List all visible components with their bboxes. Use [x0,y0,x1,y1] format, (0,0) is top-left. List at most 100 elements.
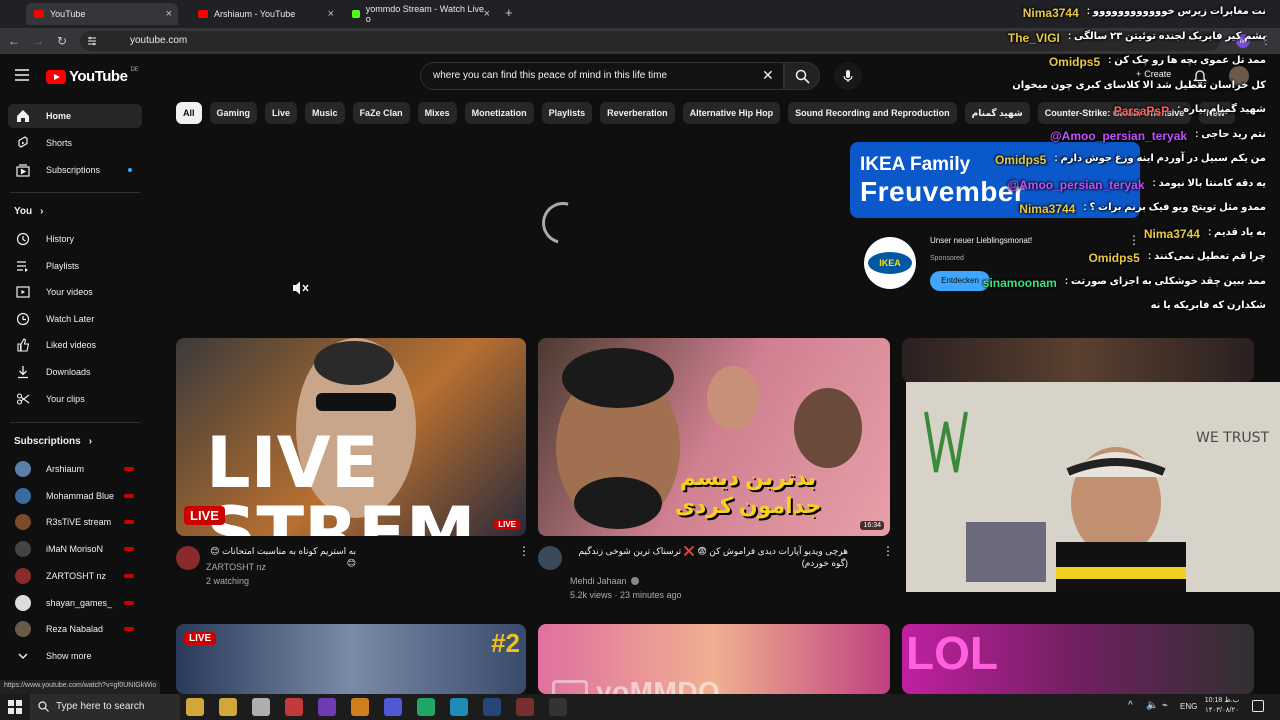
search-button[interactable] [784,62,820,90]
video-thumbnail[interactable]: بدترین دیسم جدامون کردی 16:34 [538,338,890,536]
muted-speaker-icon[interactable] [292,280,310,296]
reload-button[interactable]: ↻ [54,33,70,49]
app-icon[interactable] [351,698,369,716]
chip-3[interactable]: Music [305,102,345,124]
tab-youtube[interactable]: YouTube × [26,3,178,25]
chat-message: : پشم کیر فابریک لجنده توئیتن ۲۳ سالگی Th… [1008,31,1266,45]
youtube-favicon-icon [198,10,208,18]
sidebar-subscription[interactable]: iMaN MorisoN [8,537,142,561]
network-icon[interactable]: ⌁ [1162,700,1168,711]
speaker-icon[interactable]: 🔈 [1146,700,1158,711]
channel-avatar[interactable] [538,546,562,570]
taskbar-search[interactable]: Type here to search [30,694,180,720]
channel-name[interactable]: ZARTOSHT nz [206,562,266,572]
app-icon[interactable] [483,698,501,716]
chip-8[interactable]: Reverberation [600,102,675,124]
sidebar-item-subscriptions[interactable]: Subscriptions [8,158,142,182]
chrome-icon[interactable] [252,698,270,716]
chip-5[interactable]: Mixes [417,102,457,124]
chip-1[interactable]: Gaming [209,102,258,124]
sidebar-item-history[interactable]: History [8,227,142,251]
chat-username: Omidps5 [1088,251,1140,265]
forward-button[interactable]: → [30,33,46,49]
chat-message: : به یاد قدیم Nima3744 [1144,227,1266,241]
chip-4[interactable]: FaZe Clan [352,102,410,124]
video-thumbnail[interactable] [902,338,1254,382]
more-options-icon[interactable]: ⋮ [882,544,894,558]
more-options-icon[interactable]: ⋮ [1128,233,1140,247]
site-settings-icon[interactable] [86,35,98,47]
sidebar-item-your-videos[interactable]: Your videos [8,280,142,304]
windows-start-icon[interactable] [8,700,22,714]
close-icon[interactable]: × [484,8,490,20]
live-badge: LIVE [184,632,217,645]
sponsored-label: Sponsored [930,255,964,262]
more-options-icon[interactable]: ⋮ [518,544,530,558]
search-input[interactable]: where you can find this peace of mind in… [420,62,784,90]
ad-headline: Unser neuer Lieblingsmonat! [930,236,1033,245]
sidebar-item-watch-later[interactable]: Watch Later [8,307,142,331]
app-icon[interactable] [417,698,435,716]
live-indicator [124,600,134,605]
notification-center-icon[interactable] [1252,700,1264,712]
chat-username: ParsaPsP [1113,104,1170,118]
sidebar-item-home[interactable]: Home [8,104,142,128]
sidebar-you-heading[interactable]: You › [14,206,44,217]
chip-9[interactable]: Alternative Hip Hop [682,102,781,124]
show-more-button[interactable]: Show more [8,644,142,668]
chat-username: Omidps5 [1048,55,1101,69]
chip-6[interactable]: Monetization [464,102,534,124]
hamburger-menu-icon[interactable] [14,68,30,82]
tab-kick-stream[interactable]: yommdo Stream - Watch Live o × [344,3,496,25]
chip-7[interactable]: Playlists [541,102,593,124]
sidebar-item-your-clips[interactable]: Your clips [8,387,142,411]
shorts-icon [8,136,38,150]
video-thumbnail[interactable]: LOL [902,624,1254,694]
create-button[interactable]: + Create [1136,69,1171,79]
video-thumbnail[interactable]: LIVE #2 [176,624,526,694]
app-icon[interactable] [285,698,303,716]
tray-chevron-up-icon[interactable]: ^ [1128,700,1133,711]
new-tab-button[interactable]: + [505,5,513,20]
video-title[interactable]: هرچی ویدیو آپارات دیدی فراموش کن 😨 ❌ ترس… [568,545,848,569]
close-icon[interactable]: × [166,8,172,20]
sidebar-item-playlists[interactable]: Playlists [8,254,142,278]
channel-avatar[interactable] [176,546,200,570]
app-icon[interactable] [450,698,468,716]
app-icon[interactable] [318,698,336,716]
subscriptions-icon [8,163,38,177]
chip-10[interactable]: Sound Recording and Reproduction [788,102,957,124]
streamer-webcam: WE TRUST [906,382,1280,592]
taskbar-clock[interactable]: 10:18 ب.ظ ۱۴۰۳/۰۸/۲۰ [1200,696,1244,716]
sidebar-item-shorts[interactable]: Shorts [8,131,142,155]
copilot-icon[interactable] [186,698,204,716]
sidebar-subscriptions-heading[interactable]: Subscriptions › [14,436,92,447]
clear-search-icon[interactable]: ✕ [762,67,774,84]
app-icon[interactable] [549,698,567,716]
sidebar-subscription[interactable]: Reza Nabalad [8,617,142,641]
sidebar-subscription[interactable]: R3sTiVE stream [8,510,142,534]
sidebar-subscription[interactable]: ZARTOSHT nz [8,564,142,588]
app-icon[interactable] [516,698,534,716]
chip-0[interactable]: All [176,102,202,124]
sidebar-subscription[interactable]: Arshiaum [8,457,142,481]
discord-icon[interactable] [384,698,402,716]
chat-username: The_VIGI [1007,30,1060,45]
language-indicator[interactable]: ENG [1180,702,1197,711]
close-icon[interactable]: × [328,8,334,20]
back-button[interactable]: ← [6,33,22,49]
sidebar-subscription[interactable]: Mohammad Blue [8,484,142,508]
sidebar-item-downloads[interactable]: Downloads [8,360,142,384]
chip-2[interactable]: Live [265,102,298,124]
ad-cta-button[interactable]: Entdecken [930,271,990,291]
channel-name-row[interactable]: Mehdi Jahaan [570,576,639,586]
voice-search-button[interactable] [834,62,862,90]
sidebar-item-liked-videos[interactable]: Liked videos [8,333,142,357]
channel-avatar [15,514,31,531]
file-explorer-icon[interactable] [219,698,237,716]
tab-arshiaum[interactable]: Arshiaum - YouTube × [190,3,340,25]
youtube-logo[interactable]: YouTube DE [46,67,139,85]
chip-11[interactable]: شهید گمنام [964,102,1030,124]
video-thumbnail[interactable]: LIVE STREM LIVE LIVE [176,338,526,536]
sidebar-subscription[interactable]: shayan_games_ [8,591,142,615]
